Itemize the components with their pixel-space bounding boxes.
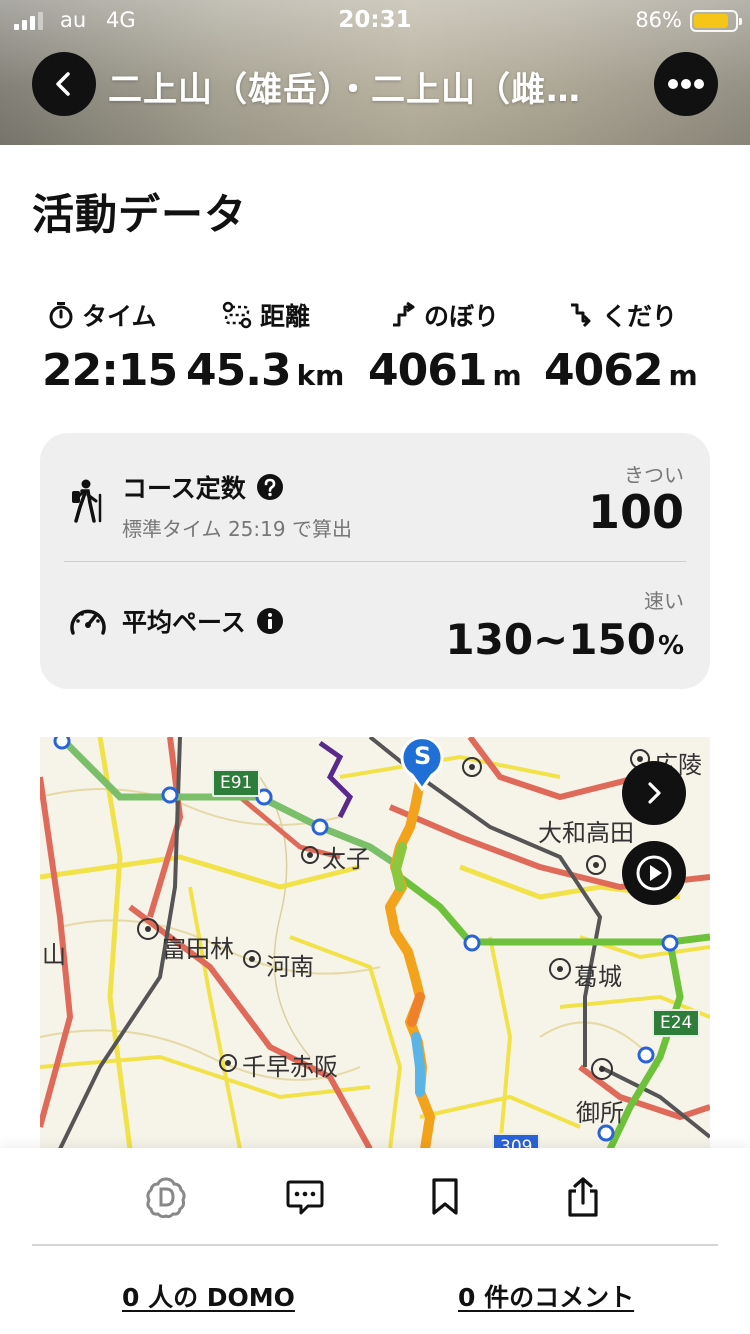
descent-icon: [571, 303, 591, 328]
info-icon[interactable]: [256, 607, 284, 635]
map-play-button[interactable]: [622, 841, 686, 905]
map-label-katsuragi: 葛城: [574, 963, 622, 991]
bookmark-icon: [432, 1178, 458, 1215]
battery-icon: [690, 10, 742, 32]
map-label-kanan: 河南: [266, 953, 314, 981]
bookmark-button[interactable]: [420, 1172, 470, 1222]
chevron-right-icon: [648, 782, 661, 804]
page-title: 二上山（雄岳）・二上山（雌…: [108, 70, 581, 110]
status-bar: au 4G 20:31 86%: [0, 0, 750, 42]
course-constant-value: 100: [587, 485, 684, 539]
course-constant-subtitle: 標準タイム 25:19 で算出: [122, 517, 352, 541]
chevron-left-icon: [56, 72, 70, 96]
course-constant-title: コース定数: [122, 474, 246, 503]
battery-percent: 86%: [635, 8, 682, 32]
course-constant-tag: きつい: [624, 463, 684, 487]
speedometer-icon: [70, 609, 106, 635]
comment-button[interactable]: [280, 1172, 330, 1222]
back-button[interactable]: [32, 52, 96, 116]
bottom-action-bar: 0 人の DOMO 0 件のコメント: [0, 1148, 750, 1334]
stat-distance-unit: km: [296, 359, 345, 392]
domo-count-link[interactable]: 0 人の DOMO: [122, 1278, 295, 1314]
stat-time-label: タイム: [82, 302, 157, 331]
stat-ascent-value: 4061: [368, 345, 487, 396]
stat-descent-value: 4062: [544, 345, 663, 396]
stat-distance: 距離 45.3 km: [186, 295, 344, 396]
stat-time: タイム 22:15: [42, 295, 178, 396]
stat-descent: くだり 4062 m: [544, 295, 698, 396]
question-icon[interactable]: [256, 473, 284, 501]
stat-distance-value: 45.3: [186, 345, 292, 396]
comment-count-link[interactable]: 0 件のコメント: [458, 1278, 634, 1314]
average-pace-title: 平均ペース: [122, 608, 246, 637]
ellipsis-icon: [668, 79, 704, 89]
domo-button[interactable]: [141, 1172, 191, 1222]
route-icon: [222, 301, 252, 329]
section-title: 活動データ: [32, 190, 248, 239]
stat-descent-unit: m: [668, 359, 698, 392]
average-pace-unit: %: [657, 631, 684, 661]
stat-time-value: 22:15: [42, 345, 178, 396]
ascent-icon: [393, 301, 415, 327]
map-label-tondabayashi: 富田林: [162, 935, 234, 963]
average-pace-value: 130~150: [445, 615, 656, 664]
more-button[interactable]: [654, 52, 718, 116]
comment-icon: [286, 1180, 324, 1215]
route-map[interactable]: S 広陵 大和高田 太子 富田林 河南 葛城 千早赤阪 御所 山 E91 E24…: [40, 737, 710, 1149]
share-icon: [568, 1177, 598, 1217]
road-shield-309: 309: [492, 1133, 541, 1149]
share-button[interactable]: [558, 1172, 608, 1222]
nav-bar: 二上山（雄岳）・二上山（雌…: [0, 50, 750, 118]
stat-ascent-label: のぼり: [424, 302, 500, 331]
map-label-yama: 山: [42, 941, 66, 969]
average-pace-row[interactable]: 平均ペース 速い 130~150%: [40, 561, 710, 689]
stat-ascent-unit: m: [492, 359, 522, 392]
play-icon: [636, 855, 672, 891]
start-marker-label: S: [414, 742, 432, 770]
average-pace-tag: 速い: [644, 589, 684, 613]
stat-descent-label: くだり: [602, 302, 678, 331]
stat-ascent: のぼり 4061 m: [368, 295, 522, 396]
map-canvas: [40, 737, 710, 1149]
stat-distance-label: 距離: [260, 302, 311, 331]
domo-icon: [146, 1177, 186, 1218]
metrics-card: コース定数 標準タイム 25:19 で算出 きつい 100 平均ペース 速い 1…: [40, 433, 710, 689]
map-label-chihayaakasaka: 千早赤阪: [242, 1053, 338, 1081]
course-constant-row[interactable]: コース定数 標準タイム 25:19 で算出 きつい 100: [40, 433, 710, 561]
bottom-divider: [32, 1244, 718, 1246]
road-shield-e91: E91: [212, 769, 261, 797]
map-label-gose: 御所: [576, 1099, 624, 1127]
map-label-taishi: 太子: [322, 845, 370, 873]
map-expand-button[interactable]: [622, 761, 686, 825]
road-shield-e24: E24: [652, 1009, 701, 1037]
map-label-yamatotakada: 大和高田: [538, 819, 634, 847]
hiker-icon: [72, 479, 102, 523]
stopwatch-icon: [49, 302, 73, 329]
stats-row: タイム 22:15 距離 45.3 km のぼり 4061 m くだり 4062…: [0, 295, 750, 405]
